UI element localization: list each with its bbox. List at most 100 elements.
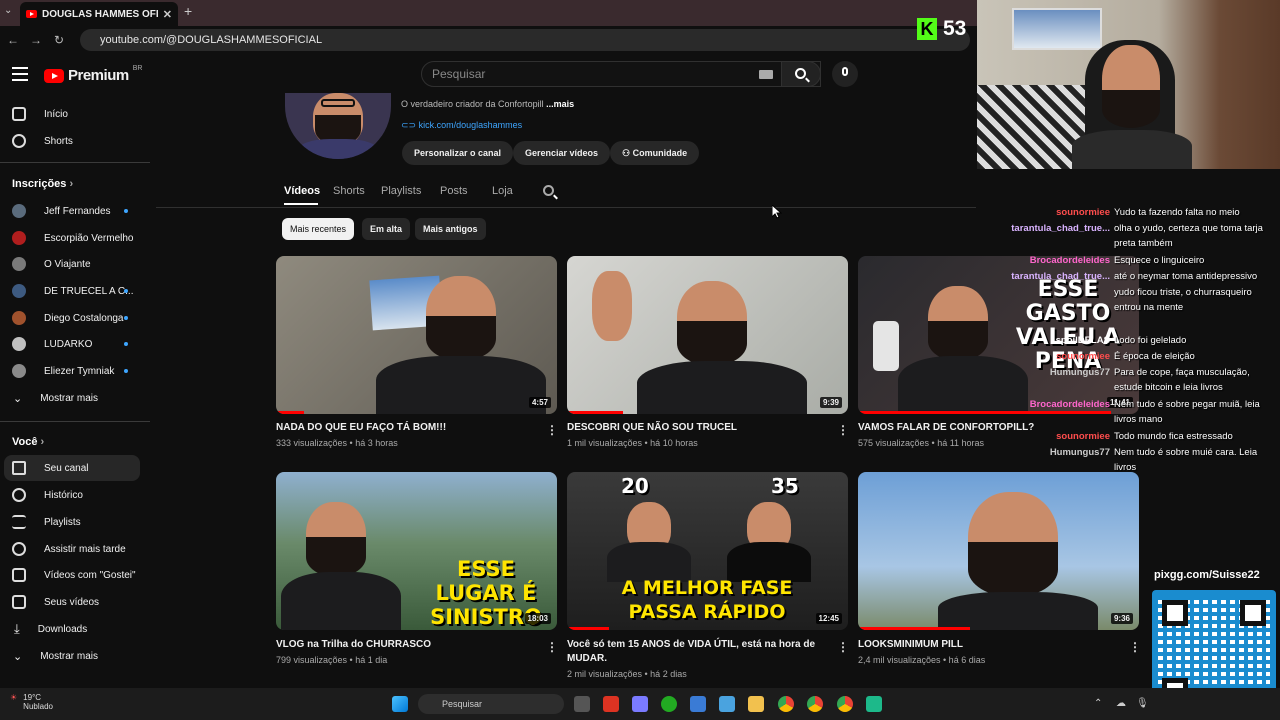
video-icon: [12, 595, 26, 609]
show-more-button[interactable]: ⌄ Mostrar mais: [0, 385, 140, 411]
app-icon[interactable]: [603, 696, 619, 712]
forward-icon[interactable]: →: [30, 33, 42, 47]
avatar: [12, 337, 26, 351]
sidebar-subscription[interactable]: DE TRUECEL A C...: [0, 278, 140, 304]
channel-search-button[interactable]: [542, 184, 558, 200]
url-text: youtube.com/@DOUGLASHAMMESOFICIAL: [100, 34, 323, 46]
new-tab-icon[interactable]: +: [184, 3, 192, 19]
youtube-logo[interactable]: Premium BR: [44, 65, 142, 84]
tab-store[interactable]: Loja: [492, 185, 513, 197]
sidebar-item-label: Início: [44, 108, 68, 120]
back-icon[interactable]: ←: [7, 33, 19, 47]
community-button[interactable]: ⚇ Comunidade: [610, 141, 700, 165]
keyboard-icon[interactable]: [759, 70, 773, 79]
app-icon[interactable]: [866, 696, 882, 712]
sidebar-subscription[interactable]: Escorpião Vermelho: [0, 225, 140, 251]
file-explorer-icon[interactable]: [748, 696, 764, 712]
app-icon[interactable]: [719, 696, 735, 712]
chrome-icon[interactable]: [807, 696, 823, 712]
sidebar-subscription[interactable]: Diego Costalonga: [0, 305, 140, 331]
sidebar-item-playlists[interactable]: Playlists: [0, 509, 140, 535]
tab-shorts[interactable]: Shorts: [333, 185, 365, 197]
new-content-dot: [124, 316, 128, 320]
chrome-icon[interactable]: [837, 696, 853, 712]
browser-tab[interactable]: DOUGLAS HAMMES OFICIAL - ✕: [20, 2, 178, 26]
sidebar-item-label: Shorts: [44, 135, 73, 147]
video-thumbnail[interactable]: ESSE LUGAR É SINISTRO 18:03: [276, 472, 557, 630]
more-options-icon[interactable]: ⋮: [546, 640, 558, 654]
avatar: [12, 364, 26, 378]
url-field[interactable]: youtube.com/@DOUGLASHAMMESOFICIAL: [80, 29, 970, 51]
channel-description[interactable]: O verdadeiro criador da Confortopill ...…: [401, 99, 574, 109]
tab-playlists[interactable]: Playlists: [381, 185, 421, 197]
video-meta: 333 visualizações • há 3 horas: [276, 438, 398, 448]
video-title[interactable]: VLOG na Trilha do CHURRASCO: [276, 638, 536, 652]
chip-latest[interactable]: Mais recentes: [282, 218, 355, 240]
chat-username: sounormiee: [1056, 207, 1110, 218]
sidebar-subscription[interactable]: Jeff Fernandes: [0, 198, 140, 224]
chrome-icon[interactable]: [778, 696, 794, 712]
kick-logo-icon: K: [917, 18, 937, 40]
sidebar-item-label: Playlists: [44, 516, 81, 528]
tab-list-icon[interactable]: ⌄: [4, 5, 12, 16]
show-more-label: Mostrar mais: [40, 650, 99, 662]
task-view-icon[interactable]: [574, 696, 590, 712]
video-meta: 1 mil visualizações • há 10 horas: [567, 438, 698, 448]
search-button[interactable]: [781, 61, 821, 87]
taskbar-search-input[interactable]: Pesquisar: [418, 694, 564, 714]
subscriptions-header[interactable]: Inscrições ›: [12, 178, 73, 190]
weather-widget[interactable]: ☀ 19°C Nublado: [10, 693, 53, 711]
menu-icon[interactable]: [12, 67, 28, 85]
sidebar-item-your-videos[interactable]: Seus vídeos: [0, 589, 140, 615]
subscription-label: O Viajante: [44, 258, 91, 270]
chip-oldest[interactable]: Mais antigos: [415, 218, 486, 240]
tab-videos[interactable]: Vídeos: [284, 185, 320, 197]
sidebar-subscription[interactable]: O Viajante: [0, 251, 140, 277]
channel-link[interactable]: ⊂⊃ kick.com/douglashammes: [401, 120, 522, 131]
show-more-button[interactable]: ⌄ Mostrar mais: [0, 643, 140, 669]
subscription-label: Jeff Fernandes: [44, 205, 111, 217]
chip-popular[interactable]: Em alta: [362, 218, 411, 240]
customize-channel-button[interactable]: Personalizar o canal: [402, 141, 514, 165]
start-menu-icon[interactable]: [392, 696, 408, 712]
tab-posts[interactable]: Posts: [440, 185, 468, 197]
sidebar-item-watch-later[interactable]: Assistir mais tarde: [0, 536, 140, 562]
voice-search-button[interactable]: [832, 61, 858, 87]
you-header[interactable]: Você ›: [12, 436, 44, 448]
sidebar-subscription[interactable]: LUDARKO: [0, 331, 140, 357]
sidebar-item-your-channel[interactable]: Seu canal: [4, 455, 140, 481]
more-options-icon[interactable]: ⋮: [1129, 640, 1141, 654]
sidebar-item-liked-videos[interactable]: Vídeos com "Gostei": [0, 562, 140, 588]
video-thumbnail[interactable]: 9:36: [858, 472, 1139, 630]
subscription-label: Eliezer Tymniak: [44, 365, 115, 377]
xbox-icon[interactable]: [661, 696, 677, 712]
video-thumbnail[interactable]: 4:57: [276, 256, 557, 414]
video-title[interactable]: NADA DO QUE EU FAÇO TÁ BOM!!!: [276, 421, 536, 435]
video-thumbnail[interactable]: 20 35 A MELHOR FASE PASSA RÁPIDO 12:45: [567, 472, 848, 630]
close-tab-icon[interactable]: ✕: [163, 8, 172, 21]
user-icon: [12, 461, 26, 475]
mic-tray-icon[interactable]: 🎙: [1136, 698, 1149, 709]
sidebar-item-history[interactable]: Histórico: [0, 482, 140, 508]
sidebar-item-downloads[interactable]: ⤓ Downloads: [0, 616, 140, 642]
active-tab-indicator: [284, 203, 318, 205]
video-title[interactable]: LOOKSMINIMUM PILL: [858, 638, 1118, 652]
more-options-icon[interactable]: ⋮: [837, 640, 849, 654]
sidebar-item-home[interactable]: Início: [0, 101, 140, 127]
more-options-icon[interactable]: ⋮: [837, 423, 849, 437]
video-thumbnail[interactable]: 9:39: [567, 256, 848, 414]
channel-avatar[interactable]: [285, 93, 391, 159]
sidebar-item-shorts[interactable]: Shorts: [0, 128, 140, 154]
chat-message: olha o yudo, certeza que toma tarja pret…: [1114, 223, 1263, 249]
more-options-icon[interactable]: ⋮: [546, 423, 558, 437]
app-icon[interactable]: [690, 696, 706, 712]
playlists-icon: [12, 515, 26, 529]
video-title[interactable]: DESCOBRI QUE NÃO SOU TRUCEL: [567, 421, 827, 435]
network-icon[interactable]: ☁: [1116, 698, 1126, 709]
app-icon[interactable]: [632, 696, 648, 712]
sidebar-subscription[interactable]: Eliezer Tymniak: [0, 358, 140, 384]
tray-chevron-icon[interactable]: ⌃: [1094, 698, 1102, 709]
manage-videos-button[interactable]: Gerenciar vídeos: [513, 141, 611, 165]
video-title[interactable]: Você só tem 15 ANOS de VIDA ÚTIL, está n…: [567, 638, 827, 666]
reload-icon[interactable]: ↻: [54, 33, 64, 47]
